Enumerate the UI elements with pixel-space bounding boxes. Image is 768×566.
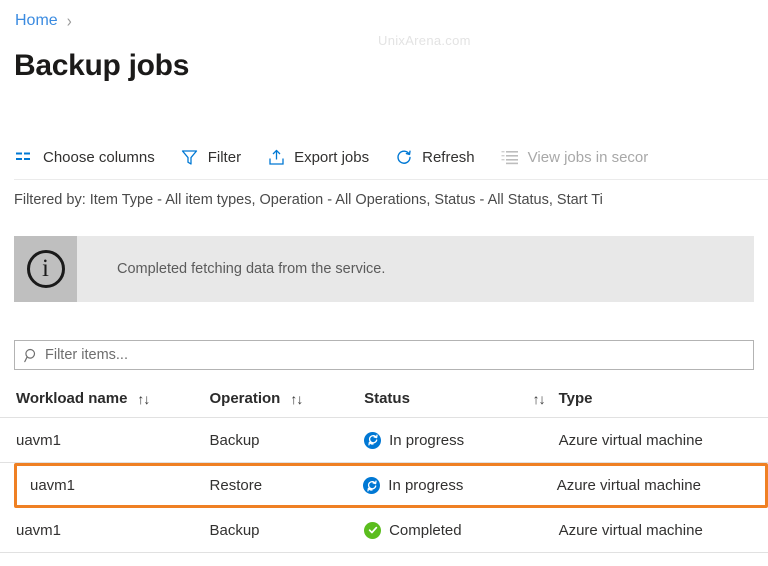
info-icon: i: [26, 250, 65, 288]
sort-icon[interactable]: ↑↓: [137, 391, 150, 407]
sort-icon[interactable]: ↑↓: [533, 391, 546, 407]
view-jobs-secondary-region-label: View jobs in secor: [527, 148, 649, 166]
refresh-label: Refresh: [422, 148, 475, 166]
cell-status-label: In progress: [389, 431, 465, 449]
column-header-status-label: Status: [364, 390, 410, 407]
in-progress-icon: [363, 477, 381, 494]
command-bar-divider: [14, 179, 768, 180]
in-progress-icon: [364, 431, 382, 449]
cell-workload-name: uavm1: [16, 521, 62, 539]
cell-type: Azure virtual machine: [558, 521, 703, 539]
table-row[interactable]: uavm1 Backup In progress Azure virtual m…: [0, 418, 768, 463]
filter-icon: [181, 148, 199, 166]
export-upload-icon: [267, 148, 285, 166]
cell-type: Azure virtual machine: [558, 431, 703, 449]
export-jobs-label: Export jobs: [294, 148, 370, 166]
breadcrumb-home-link[interactable]: Home: [15, 12, 58, 30]
chevron-right-icon: ›: [66, 11, 72, 31]
table-row[interactable]: uavm1 Restore In progress Azure virtual …: [14, 463, 768, 508]
command-bar: Choose columns Filter Export jobs Refres…: [14, 136, 768, 178]
info-icon-block: i: [14, 236, 77, 302]
column-header-workload-name[interactable]: Workload name ↑↓: [16, 390, 209, 407]
breadcrumb: Home ›: [15, 11, 72, 31]
completed-icon: [364, 521, 382, 539]
refresh-button[interactable]: Refresh: [393, 144, 485, 170]
refresh-icon: [395, 148, 413, 166]
cell-status-label: In progress: [388, 477, 464, 494]
table-row[interactable]: uavm1 Backup Completed Azure virtual mac…: [0, 508, 768, 553]
table-header-row: Workload name ↑↓ Operation ↑↓ Status ↑↓ …: [0, 380, 768, 418]
choose-columns-button[interactable]: Choose columns: [14, 144, 165, 170]
page-title: Backup jobs: [14, 49, 190, 82]
cell-workload-name: uavm1: [30, 477, 76, 494]
sort-icon[interactable]: ↑↓: [290, 391, 303, 407]
cell-status: In progress: [364, 431, 558, 449]
column-header-workload-name-label: Workload name: [16, 390, 128, 407]
info-banner: i Completed fetching data from the servi…: [14, 236, 754, 302]
list-icon: [501, 148, 519, 166]
cell-status: In progress: [363, 477, 556, 494]
column-header-operation-label: Operation: [209, 390, 281, 407]
search-icon: [24, 348, 39, 363]
filtered-by-text: Filtered by: Item Type - All item types,…: [14, 192, 603, 208]
column-header-status[interactable]: Status ↑↓: [364, 390, 558, 407]
export-jobs-button[interactable]: Export jobs: [265, 144, 379, 170]
cell-operation: Backup: [209, 521, 260, 539]
filter-items-search-box[interactable]: [14, 340, 754, 370]
cell-status: Completed: [364, 521, 558, 539]
filter-label: Filter: [207, 148, 242, 166]
info-banner-message: Completed fetching data from the service…: [117, 261, 386, 277]
column-header-type-label: Type: [558, 390, 593, 407]
view-jobs-secondary-region-button[interactable]: View jobs in secor: [499, 144, 659, 170]
filter-button[interactable]: Filter: [179, 144, 251, 170]
site-watermark: UnixArena.com: [378, 33, 471, 48]
cell-operation: Backup: [209, 431, 260, 449]
cell-operation: Restore: [209, 477, 263, 494]
backup-jobs-table: Workload name ↑↓ Operation ↑↓ Status ↑↓ …: [0, 380, 768, 553]
search-input[interactable]: [45, 341, 710, 369]
cell-type: Azure virtual machine: [556, 477, 701, 494]
cell-status-label: Completed: [389, 521, 462, 539]
cell-workload-name: uavm1: [16, 431, 62, 449]
column-header-type[interactable]: Type: [559, 390, 768, 407]
choose-columns-label: Choose columns: [43, 148, 155, 166]
columns-icon: [16, 148, 34, 166]
column-header-operation[interactable]: Operation ↑↓: [209, 390, 364, 407]
